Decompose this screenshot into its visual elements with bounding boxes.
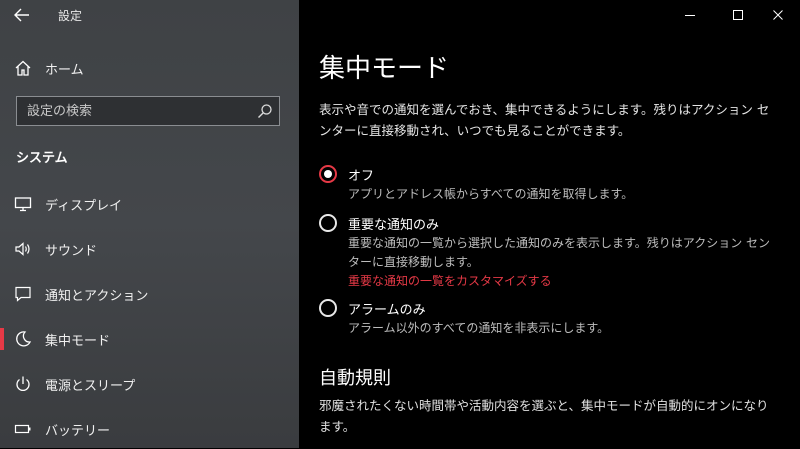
option-description: アプリとアドレス帳からすべての通知を取得します。 [348, 187, 634, 201]
sidebar-item-label: サウンド [45, 243, 98, 259]
automatic-rules-heading: 自動規則 [319, 368, 391, 389]
search-input[interactable] [17, 97, 247, 125]
section-title: システム [16, 151, 68, 166]
sidebar-item-label: ホーム [45, 62, 84, 78]
option-label: 重要な通知のみ [348, 218, 440, 233]
sidebar-item-label: ディスプレイ [45, 198, 123, 214]
power-icon [16, 376, 30, 391]
sidebar-item-home[interactable]: ホーム [0, 48, 299, 88]
radio-alarms-only[interactable] [319, 299, 337, 317]
speaker-icon [15, 242, 30, 256]
sidebar-item-power[interactable]: 電源とスリープ [0, 364, 299, 404]
option-alarms-only[interactable]: アラームのみ アラーム以外のすべての通知を非表示にします。 [319, 299, 789, 339]
radio-off[interactable] [319, 165, 337, 183]
sidebar-item-display[interactable]: ディスプレイ [0, 184, 299, 224]
search-box[interactable] [16, 96, 280, 126]
title-bar: 設定 [0, 0, 299, 30]
sidebar: 設定 ホーム システム ディスプレイ サウンド 通知とアクション [0, 0, 299, 448]
option-description: 重要な通知の一覧から選択した通知のみを表示します。残りはアクション センターに直… [348, 236, 771, 269]
moon-icon [16, 331, 32, 347]
option-label: オフ [348, 169, 375, 184]
back-button[interactable] [8, 4, 36, 26]
sidebar-item-label: 集中モード [45, 333, 111, 349]
option-label: アラームのみ [348, 303, 426, 318]
back-arrow-icon [14, 8, 29, 22]
option-description: アラーム以外のすべての通知を非表示にします。 [348, 321, 610, 335]
automatic-rules-description: 邪魔されたくない時間帯や活動内容を選ぶと、集中モードが自動的にオンになります。 [319, 398, 769, 434]
notification-icon [15, 286, 31, 302]
radio-priority-only[interactable] [319, 214, 337, 232]
option-off[interactable]: オフ アプリとアドレス帳からすべての通知を取得します。 [319, 165, 789, 205]
sidebar-item-label: 電源とスリープ [45, 378, 136, 394]
customize-priority-link[interactable]: 重要な通知の一覧をカスタマイズする [348, 272, 552, 289]
app-title: 設定 [58, 9, 83, 23]
sidebar-item-sound[interactable]: サウンド [0, 229, 299, 269]
page-title: 集中モード [319, 54, 450, 84]
sidebar-item-label: バッテリー [45, 423, 111, 439]
sidebar-item-notifications[interactable]: 通知とアクション [0, 274, 299, 314]
sidebar-item-battery[interactable]: バッテリー [0, 409, 299, 449]
sidebar-item-focus-assist[interactable]: 集中モード [0, 319, 299, 359]
sidebar-item-label: 通知とアクション [45, 288, 149, 304]
home-icon [15, 60, 31, 76]
page-description: 表示や音での通知を選んでおき、集中できるようにします。残りはアクション センター… [319, 102, 770, 138]
option-priority-only[interactable]: 重要な通知のみ 重要な通知の一覧から選択した通知のみを表示します。残りはアクショ… [319, 214, 789, 292]
monitor-icon [14, 197, 32, 212]
battery-icon [14, 424, 31, 434]
main-content: 集中モード 表示や音での通知を選んでおき、集中できるようにします。残りはアクショ… [299, 0, 800, 448]
search-icon[interactable] [257, 103, 273, 119]
